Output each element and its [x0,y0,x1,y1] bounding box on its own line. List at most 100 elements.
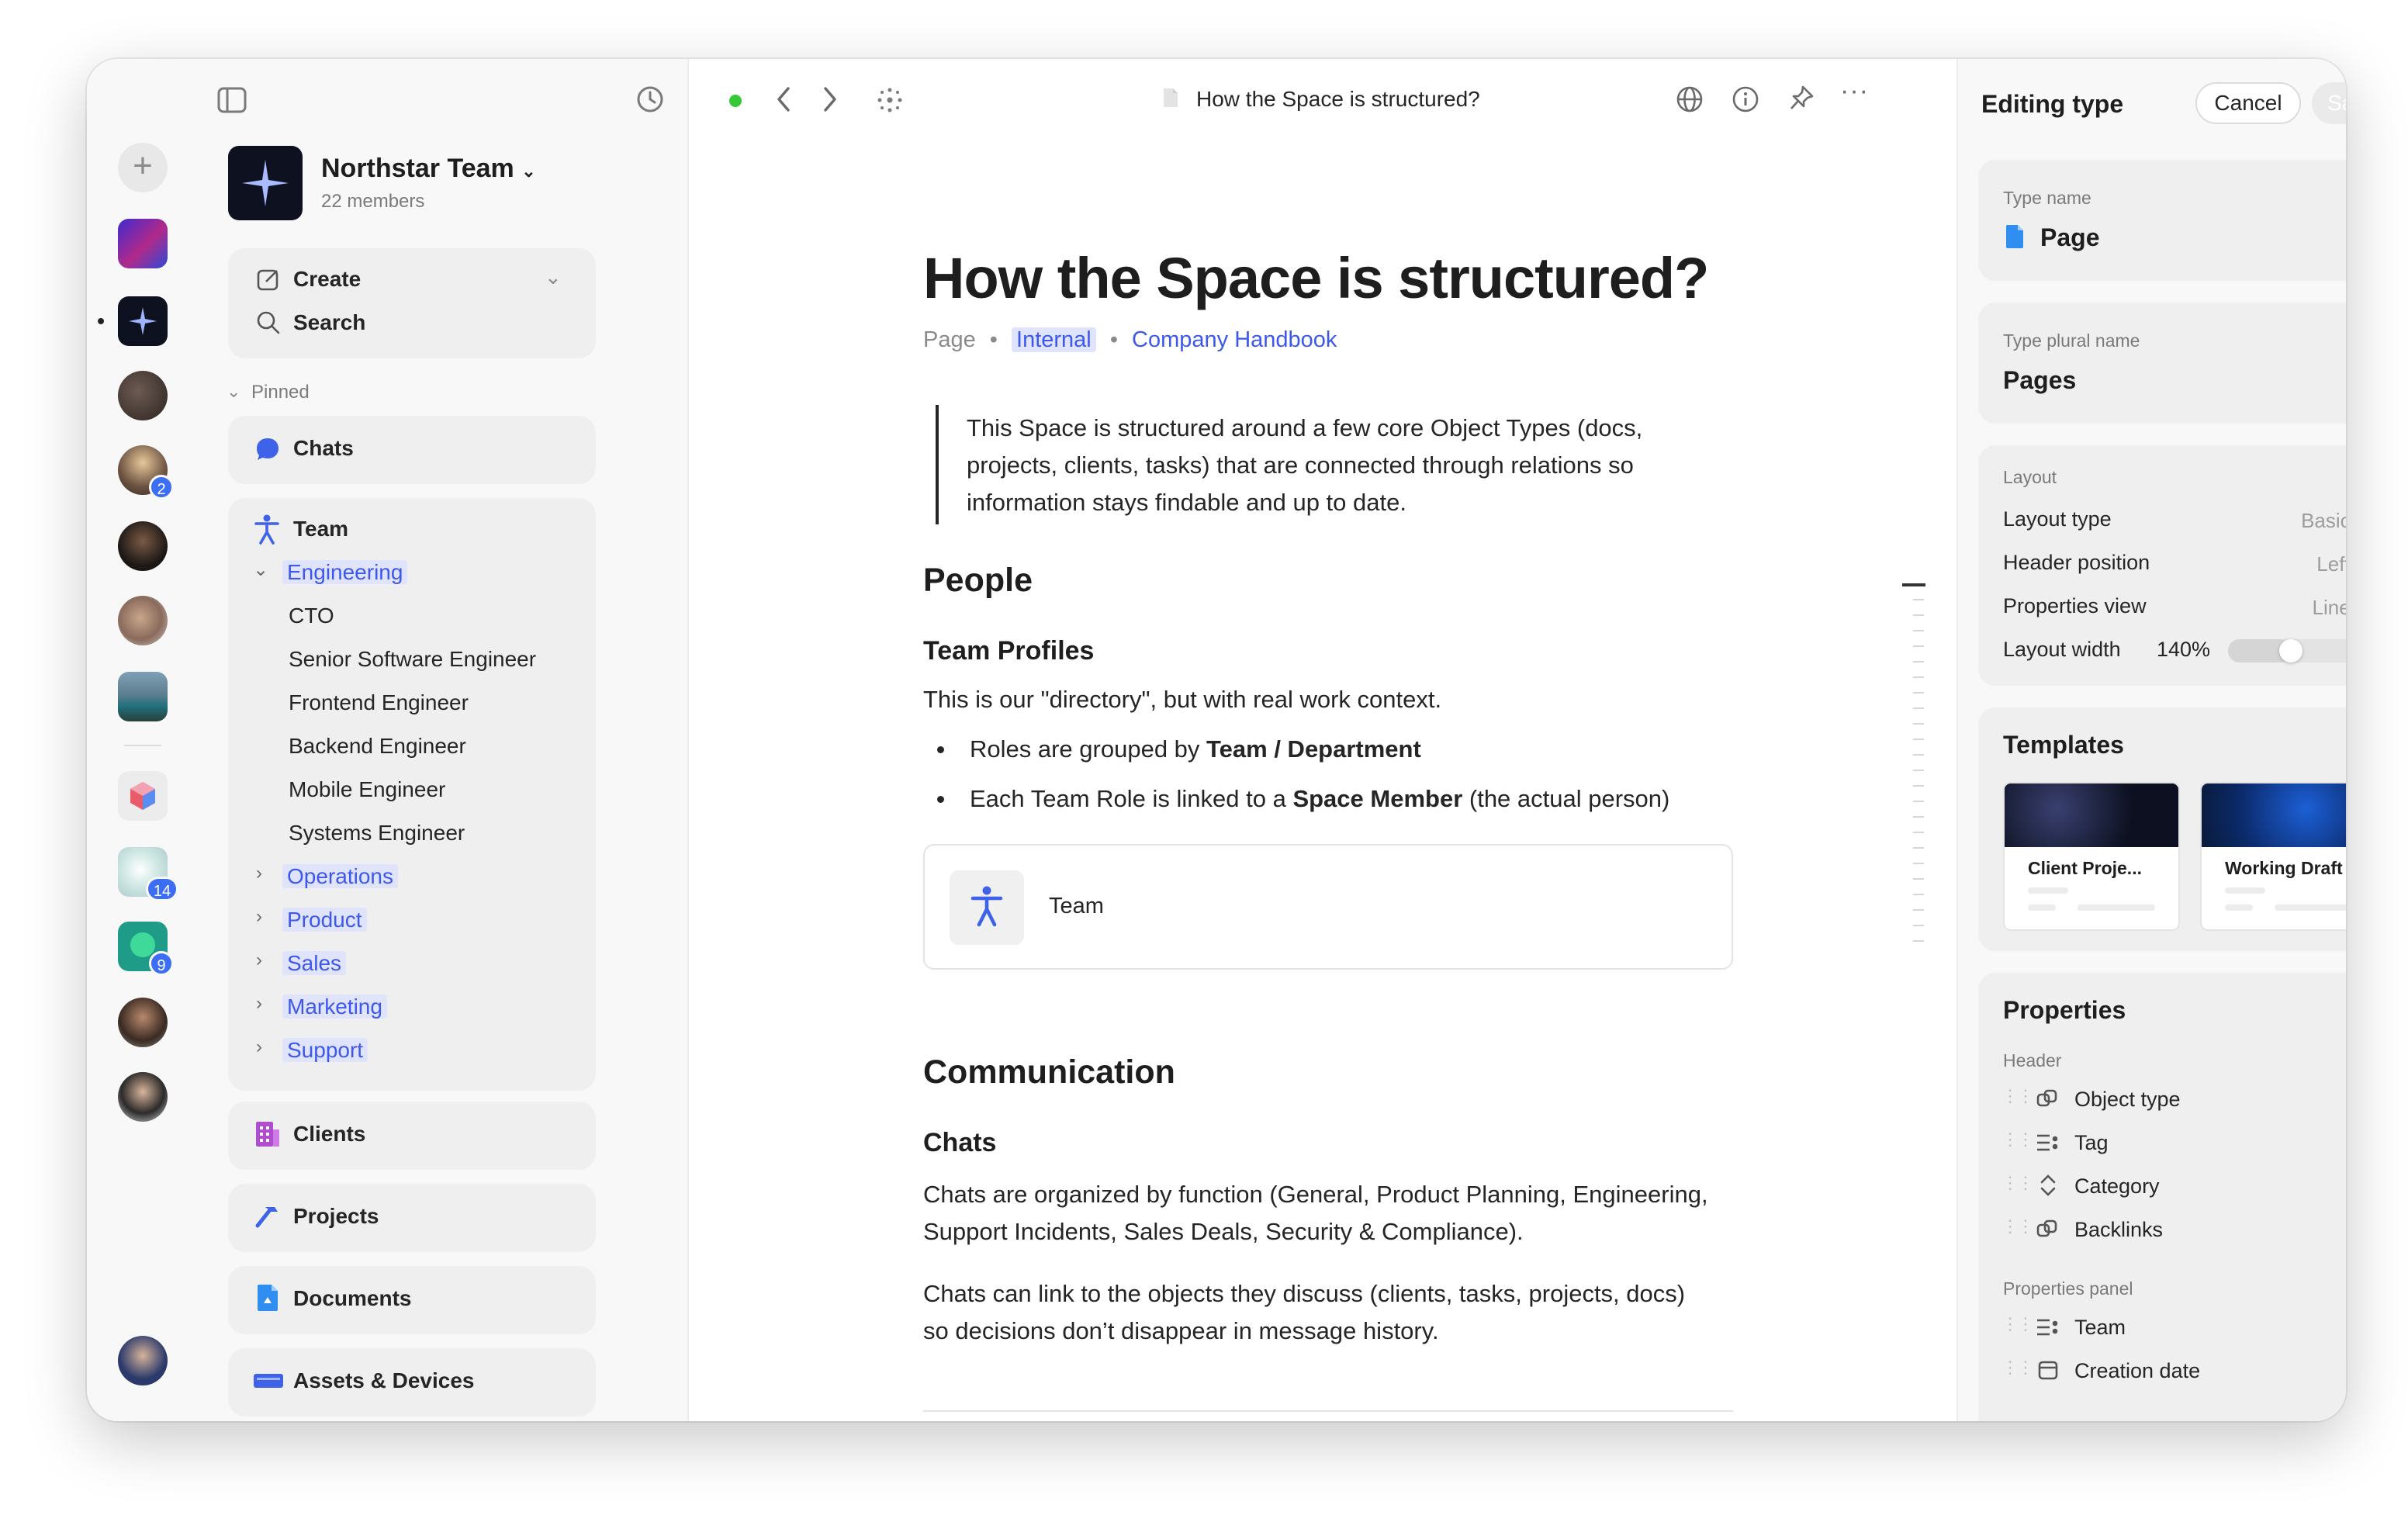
paragraph-chats-links[interactable]: Chats can link to the objects they discu… [923,1275,1714,1350]
hammer-icon [254,1202,282,1230]
type-plural-value[interactable]: Pages [2003,366,2076,395]
chevron-right-icon[interactable]: › [256,950,262,971]
tag-list-icon [2036,1317,2059,1341]
properties-view-select[interactable]: Line ⌄ [2313,596,2346,620]
heading-team-profiles[interactable]: Team Profiles [923,636,1745,666]
relation-icon [2036,1088,2059,1115]
sidebar-item-team[interactable]: Team [293,517,348,541]
property-backlinks[interactable]: Backlinks [2074,1218,2163,1242]
object-type-label[interactable]: Page [923,327,976,352]
page-title[interactable]: How the Space is structured? [923,245,1745,311]
property-tag[interactable]: Tag [2074,1131,2109,1155]
group-sales[interactable]: Sales [282,951,347,976]
add-workspace-button[interactable]: + [118,143,168,192]
outline-minimap[interactable] [1913,599,1924,956]
forward-arrow-icon[interactable] [821,85,839,113]
user-avatar-photo[interactable] [118,596,168,645]
chevron-down-icon[interactable]: ⌄ [253,559,268,581]
user-avatar-beard[interactable] [118,998,168,1047]
sidebar-item-assets-devices[interactable]: Assets & Devices [228,1348,596,1416]
slider-knob[interactable] [2279,639,2302,662]
group-operations[interactable]: Operations [282,864,398,889]
team-name[interactable]: Northstar Team ⌄ [321,154,536,184]
chevron-down-icon[interactable]: ⌄ [227,382,240,402]
sidebar-toggle-icon[interactable] [217,87,247,113]
header-position-select[interactable]: Left ⌄ [2316,552,2346,576]
heading-communication[interactable]: Communication [923,1053,1745,1091]
group-product[interactable]: Product [282,908,367,932]
property-creation-date[interactable]: Creation date [2074,1359,2200,1383]
panel-title: Editing type [1981,90,2124,118]
bullet-item[interactable]: Roles are grouped by Team / Department [970,735,1421,763]
tag-internal[interactable]: Internal [1012,327,1096,352]
group-support[interactable]: Support [282,1038,368,1063]
current-user-avatar[interactable] [118,1336,168,1385]
type-name-value[interactable]: Page [2040,223,2099,252]
embedded-object-team[interactable]: Team [923,844,1733,970]
save-button[interactable]: Save [2312,82,2346,124]
graph-icon[interactable] [877,87,903,113]
drag-handle-icon[interactable]: ⋮⋮ [2001,1173,2034,1193]
chevron-right-icon[interactable]: › [256,863,262,884]
more-options-icon[interactable]: ··· [1840,76,1869,106]
drag-handle-icon[interactable]: ⋮⋮ [2001,1314,2034,1334]
chevron-down-icon[interactable]: ⌄ [545,265,562,289]
create-button[interactable]: Create [293,267,361,292]
workspace-lake[interactable] [118,672,168,721]
chevron-right-icon[interactable]: › [256,993,262,1015]
drag-handle-icon[interactable]: ⋮⋮ [2001,1216,2034,1237]
chevron-right-icon[interactable]: › [256,906,262,928]
paragraph-chats-organization[interactable]: Chats are organized by function (General… [923,1176,1738,1250]
property-team[interactable]: Team [2074,1316,2126,1340]
templates-card: Templates + Client Proje... Working Draf… [1978,707,2346,951]
globe-icon[interactable] [1676,85,1704,113]
pinned-label[interactable]: Pinned [251,382,310,403]
search-button[interactable]: Search [293,310,365,335]
back-arrow-icon[interactable] [774,85,793,113]
template-card[interactable]: Working Draft [2200,782,2346,931]
workspace-northstar[interactable] [118,296,168,346]
cancel-button[interactable]: Cancel [2195,82,2301,124]
sidebar-item-chats[interactable]: Chats [228,416,596,484]
bullet-item[interactable]: Each Team Role is linked to a Space Memb… [970,785,1669,813]
history-icon[interactable] [636,85,664,113]
group-engineering[interactable]: Engineering [282,560,408,585]
toolbar-title[interactable]: How the Space is structured? [1196,87,1480,112]
outline-current-marker[interactable] [1902,583,1925,586]
type-name-card[interactable]: Type name Page [1978,160,2346,281]
info-icon[interactable] [1732,85,1759,113]
heading-chats[interactable]: Chats [923,1128,1745,1158]
role-item[interactable]: Backend Engineer [289,734,466,759]
role-item[interactable]: CTO [289,604,334,628]
role-item[interactable]: Systems Engineer [289,821,465,846]
property-category[interactable]: Category [2074,1174,2160,1199]
layout-width-slider[interactable] [2228,639,2346,662]
heading-people[interactable]: People [923,562,1745,600]
workspace-gradient[interactable] [118,219,168,268]
sidebar-item-clients[interactable]: Clients [228,1102,596,1170]
group-marketing[interactable]: Marketing [282,994,387,1019]
chevron-right-icon[interactable]: › [256,1036,262,1058]
drag-handle-icon[interactable]: ⋮⋮ [2001,1129,2034,1150]
template-card[interactable]: Client Proje... [2003,782,2180,931]
drag-handle-icon[interactable]: ⋮⋮ [2001,1358,2034,1378]
property-object-type[interactable]: Object type [2074,1088,2181,1112]
link-company-handbook[interactable]: Company Handbook [1132,327,1337,352]
workspace-dark-space[interactable] [118,371,168,420]
layout-type-select[interactable]: Basic ⌄ [2301,509,2346,533]
role-item[interactable]: Frontend Engineer [289,690,469,715]
drag-handle-icon[interactable]: ⋮⋮ [2001,1086,2034,1106]
sidebar-item-documents[interactable]: Documents [228,1266,596,1334]
quote-block[interactable]: This Space is structured around a few co… [967,410,1727,521]
role-item[interactable]: Mobile Engineer [289,777,445,802]
workspace-cube[interactable] [118,771,168,821]
paragraph-directory[interactable]: This is our "directory", but with real w… [923,686,1745,714]
user-avatar-dark[interactable] [118,521,168,571]
type-plural-card[interactable]: Type plural name Pages [1978,303,2346,424]
accessibility-person-icon [253,514,281,545]
user-avatar-glasses[interactable] [118,1072,168,1122]
role-item[interactable]: Senior Software Engineer [289,647,536,672]
template-placeholder-line [2078,905,2155,911]
sidebar-item-projects[interactable]: Projects [228,1184,596,1252]
pin-icon[interactable] [1787,84,1815,113]
